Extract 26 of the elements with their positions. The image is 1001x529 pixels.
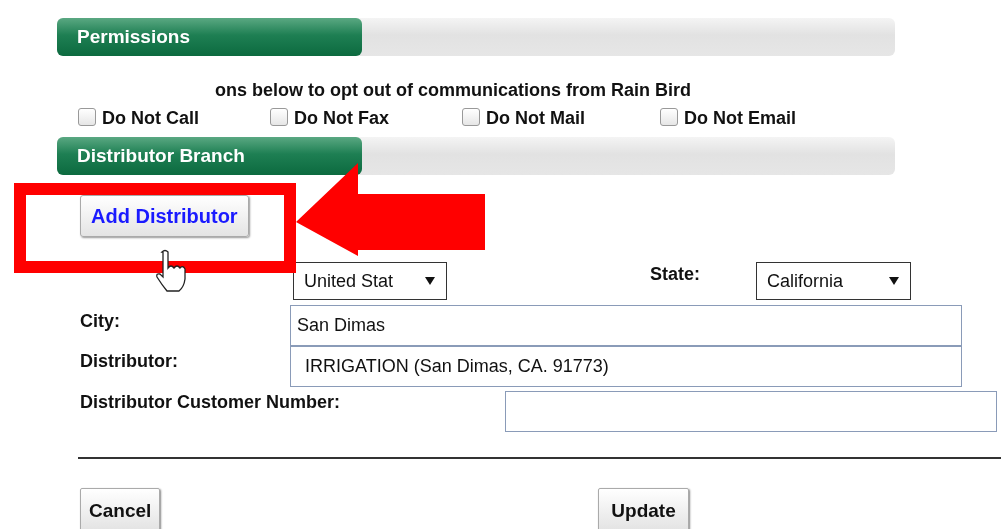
country-select[interactable]: United Stat <box>293 262 447 300</box>
checkbox-label: Do Not Call <box>102 108 199 129</box>
checkbox[interactable] <box>462 107 480 126</box>
checkbox[interactable] <box>270 107 288 126</box>
checkbox-label: Do Not Mail <box>486 108 585 129</box>
field-label: State: <box>650 263 701 285</box>
customer-number-field[interactable] <box>505 391 997 432</box>
caret-icon <box>424 276 436 286</box>
add-distributor-button[interactable]: Add Distributor <box>80 195 249 237</box>
state-select[interactable]: California <box>756 262 911 300</box>
distributor-field[interactable]: IRRIGATION (San Dimas, CA. 91773) <box>290 346 962 387</box>
field-label: City: <box>80 311 121 332</box>
checkbox[interactable] <box>660 107 678 126</box>
checkbox-label: Do Not Fax <box>294 108 389 129</box>
field-label: Distributor Customer Number: <box>80 392 341 413</box>
city-field[interactable]: San Dimas <box>290 305 962 346</box>
cancel-button[interactable]: Cancel <box>80 488 161 529</box>
checkbox-label: Do Not Email <box>684 108 796 129</box>
caret-icon <box>888 276 900 286</box>
section-tab[interactable]: Permissions <box>57 18 362 56</box>
checkbox[interactable] <box>78 107 96 126</box>
update-button[interactable]: Update <box>598 488 689 529</box>
hand-cursor-icon <box>156 249 186 292</box>
field-label: Distributor: <box>80 351 179 372</box>
instruction-text: ons below to opt out of communications from Rain Bird <box>214 79 692 102</box>
section-tab[interactable]: Distributor Branch <box>57 137 362 175</box>
